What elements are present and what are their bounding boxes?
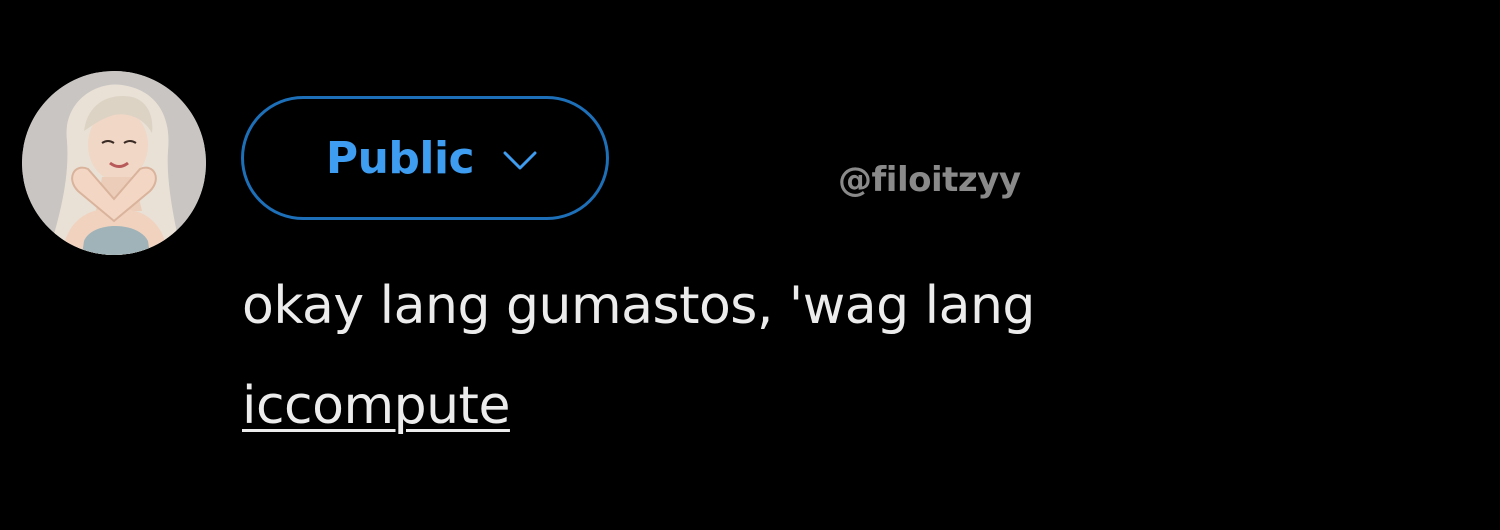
audience-label: Public	[325, 132, 475, 184]
audience-selector-button[interactable]: Public	[241, 96, 609, 220]
chevron-down-icon	[502, 150, 538, 172]
avatar-photo	[22, 71, 206, 255]
tweet-text-underlined-word: iccompute	[242, 376, 510, 436]
avatar[interactable]	[22, 71, 206, 255]
tweet-text-line: okay lang gumastos, 'wag lang	[242, 276, 1035, 336]
watermark-handle: @filoitzyy	[838, 160, 1021, 200]
tweet-text[interactable]: okay lang gumastos, 'wag lang iccompute	[242, 256, 1362, 456]
